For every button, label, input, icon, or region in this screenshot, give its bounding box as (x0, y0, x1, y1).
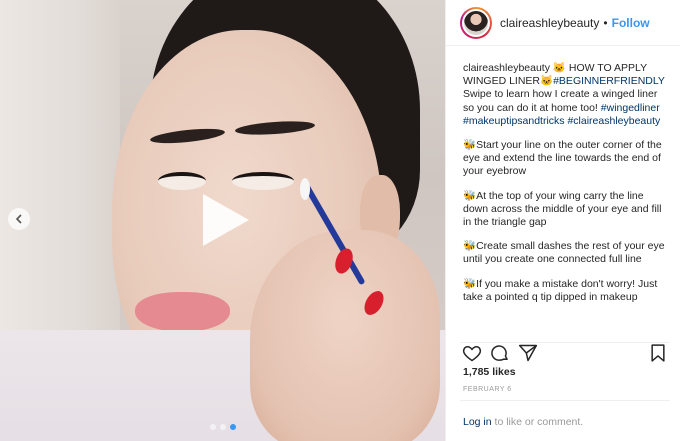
comment-icon[interactable] (490, 343, 512, 365)
bee-emoji-icon: 🐝 (463, 189, 477, 202)
header-separator: • (603, 15, 608, 30)
post-sidebar: claireashleybeauty • Follow claireashley… (445, 0, 680, 441)
share-icon[interactable] (518, 343, 540, 365)
caption-step: Create small dashes the rest of your eye… (463, 240, 665, 266)
action-bar (460, 342, 670, 366)
avatar[interactable] (460, 6, 492, 39)
carousel-dot-active (230, 424, 236, 430)
caption-username[interactable]: claireashleybeauty (463, 62, 550, 74)
right-eye (232, 172, 294, 190)
makeup-brush-tip (300, 178, 310, 200)
post-caption: claireashleybeauty 🐱 HOW TO APPLY WINGED… (463, 62, 665, 332)
caption-step: If you make a mistake don't worry! Just … (463, 277, 658, 303)
carousel-dot (220, 424, 226, 430)
bee-emoji-icon: 🐝 (463, 139, 477, 152)
like-count[interactable]: 1,785 likes (463, 366, 516, 378)
hashtag-link[interactable]: #BEGINNERFRIENDLY (553, 75, 665, 87)
bee-emoji-icon: 🐝 (463, 277, 477, 290)
divider (460, 400, 670, 401)
bee-emoji-icon: 🐝 (463, 240, 477, 253)
cat-emoji-icon: 🐱 (552, 62, 566, 74)
heart-icon[interactable] (462, 343, 484, 365)
post-date: FEBRUARY 6 (463, 386, 512, 393)
login-prompt-text: to like or comment. (491, 416, 584, 428)
cat-emoji-icon: 🐱 (540, 75, 554, 88)
login-prompt: Log in to like or comment. (463, 416, 583, 428)
play-icon[interactable] (193, 192, 253, 248)
follow-button[interactable]: Follow (612, 16, 650, 30)
carousel-indicator (210, 424, 236, 430)
caption-step: At the top of your wing carry the line d… (463, 189, 662, 229)
carousel-dot (210, 424, 216, 430)
post-header: claireashleybeauty • Follow (446, 0, 680, 46)
header-username[interactable]: claireashleybeauty (500, 16, 599, 30)
lips (135, 292, 230, 332)
chevron-left-icon[interactable] (8, 208, 30, 230)
left-eye (158, 172, 206, 190)
caption-step: Start your line on the outer corner of t… (463, 139, 662, 178)
login-link[interactable]: Log in (463, 416, 492, 428)
bookmark-icon[interactable] (648, 343, 670, 365)
post-media[interactable] (0, 0, 445, 441)
